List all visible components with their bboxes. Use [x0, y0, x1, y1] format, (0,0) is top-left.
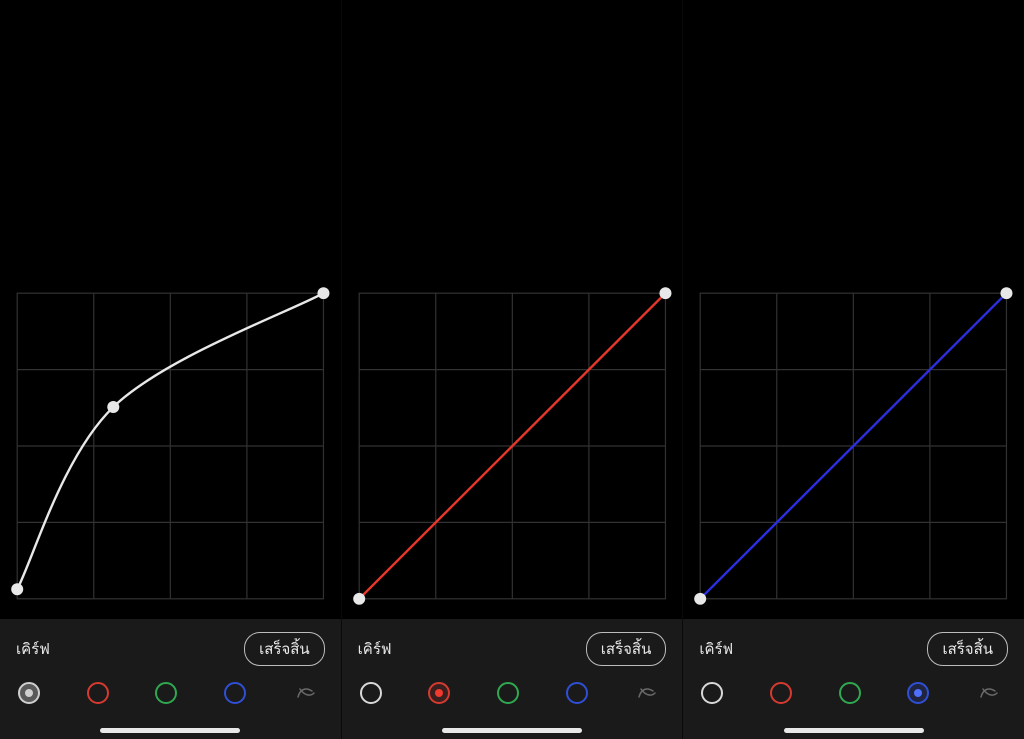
home-indicator [442, 728, 582, 733]
curve-grid[interactable] [352, 286, 673, 606]
channel-red-button[interactable] [428, 682, 450, 704]
channel-green-button[interactable] [497, 682, 519, 704]
channel-blue-button[interactable] [224, 682, 246, 704]
toolbar: เคิร์ฟ เสร็จสิ้น [342, 619, 683, 739]
curve-label: เคิร์ฟ [358, 637, 392, 661]
curve-editor-panel: เคิร์ฟ เสร็จสิ้น [0, 0, 341, 739]
home-indicator [100, 728, 240, 733]
done-button[interactable]: เสร็จสิ้น [927, 632, 1008, 666]
panels-row: เคิร์ฟ เสร็จสิ้น เคิร์ฟ เสร็จสิ้น เคิร์ฟ เส… [0, 0, 1024, 739]
curve-editor-panel: เคิร์ฟ เสร็จสิ้น [341, 0, 683, 739]
toolbar: เคิร์ฟ เสร็จสิ้น [683, 619, 1024, 739]
channel-white-button[interactable] [18, 682, 40, 704]
channel-blue-button[interactable] [566, 682, 588, 704]
done-button[interactable]: เสร็จสิ้น [586, 632, 667, 666]
curve-label: เคิร์ฟ [16, 637, 50, 661]
channel-blue-button[interactable] [907, 682, 929, 704]
channel-white-button[interactable] [701, 682, 723, 704]
channel-red-button[interactable] [770, 682, 792, 704]
reset-curve-icon[interactable] [976, 680, 1002, 706]
channel-white-button[interactable] [360, 682, 382, 704]
curve-label: เคิร์ฟ [699, 637, 733, 661]
toolbar: เคิร์ฟ เสร็จสิ้น [0, 619, 341, 739]
curve-editor-panel: เคิร์ฟ เสร็จสิ้น [682, 0, 1024, 739]
done-button[interactable]: เสร็จสิ้น [244, 632, 325, 666]
channel-green-button[interactable] [839, 682, 861, 704]
reset-curve-icon[interactable] [634, 680, 660, 706]
channel-red-button[interactable] [87, 682, 109, 704]
home-indicator [784, 728, 924, 733]
curve-grid[interactable] [693, 286, 1014, 606]
channel-green-button[interactable] [155, 682, 177, 704]
reset-curve-icon[interactable] [293, 680, 319, 706]
curve-grid[interactable] [10, 286, 331, 606]
